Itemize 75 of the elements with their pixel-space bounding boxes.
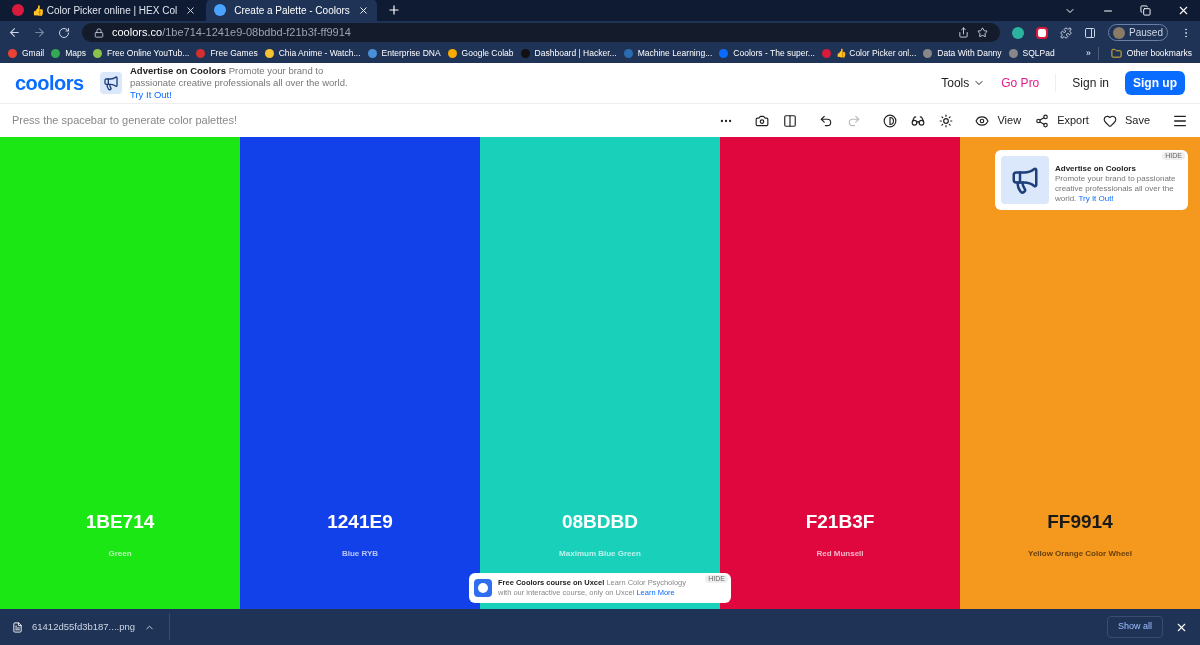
favicon-icon [12,4,24,16]
ad-link[interactable]: Try It Out! [1078,194,1114,203]
bookmark[interactable]: Coolors - The super... [719,47,815,60]
new-tab-icon[interactable] [386,3,401,17]
bookmark[interactable]: Free Online YouTub... [93,47,190,60]
megaphone-icon [100,72,122,94]
close-icon[interactable] [357,4,369,16]
bookmark[interactable]: Chia Anime - Watch... [264,47,361,60]
extension-icon[interactable] [1036,26,1049,39]
restore-icon[interactable] [1140,5,1151,16]
url-text: coolors.co/1be714-1241e9-08bdbd-f21b3f-ff9914 [112,25,352,41]
hex-code[interactable]: F21B3F [805,507,875,536]
share-icon [1035,113,1050,128]
course-icon [474,579,492,597]
avatar-icon [1113,26,1126,39]
columns-icon[interactable] [783,113,798,128]
close-icon[interactable] [185,4,197,16]
hint-text: Press the spacebar to generate color palettes! [12,113,239,129]
bookmark[interactable]: Other bookmarks [1097,47,1192,60]
bookmark[interactable]: Machine Learning... [623,47,713,60]
ad-text: Advertise on Coolors Promote your brand to passionate creative professionals all over the world. Try It Out! [130,65,349,101]
close-icon[interactable] [1177,4,1190,17]
ad-link[interactable]: Try It Out! [130,89,172,100]
sign-up-button[interactable]: Sign up [1125,71,1185,95]
browser-tab[interactable]: 👍 Color Picker online | HEX Col [4,0,205,21]
bookmark[interactable]: Dashboard | Hacker... [520,47,617,60]
color-swatch[interactable]: 1241E9 Blue RYB [240,137,480,609]
ad-text: Advertise on Coolors Promote your brand to passionate creative professionals all over the world. Try It Out! [1055,164,1177,204]
lock-icon [94,27,104,38]
side-panel-icon[interactable] [1084,26,1097,39]
browser-tab[interactable]: Create a Palette - Coolors [206,0,377,21]
heart-icon [1102,113,1117,128]
tab-title: Create a Palette - Coolors [234,3,350,18]
color-name: Yellow Orange Color Wheel [1028,548,1132,560]
address-field[interactable]: coolors.co/1be714-1241e9-08bdbd-f21b3f-ff9914 [82,23,1001,42]
eye-icon [975,113,990,128]
megaphone-icon [1001,156,1049,204]
bookmark[interactable]: SQLPad [1008,47,1055,60]
bookmark[interactable]: Data With Danny [923,47,1002,60]
color-name: Red Munsell [816,548,864,560]
contrast-icon[interactable] [883,113,898,128]
save-button[interactable]: Save [1102,112,1150,129]
favicon-icon [214,4,227,16]
color-name: Maximum Blue Green [559,548,641,560]
camera-icon[interactable] [755,113,770,128]
hex-code[interactable]: 1241E9 [327,507,393,536]
glasses-icon[interactable] [911,113,926,128]
sign-in-link[interactable]: Sign in [1072,74,1109,92]
sun-icon[interactable] [939,113,954,128]
more-bookmarks[interactable]: » [1086,47,1091,60]
tools-menu[interactable]: Tools [941,74,986,92]
color-name: Green [108,548,132,560]
color-name: Blue RYB [341,548,379,560]
folder-icon [1110,48,1122,59]
bookmark[interactable]: Maps [51,47,86,60]
share-icon[interactable] [958,27,970,38]
back-icon[interactable] [8,26,21,39]
download-item[interactable]: 61412d55fd3b187....png [12,614,170,640]
star-icon[interactable] [977,27,989,38]
bookmark[interactable]: Free Games [196,47,258,60]
tab-title: 👍 Color Picker online | HEX Col [32,3,178,18]
bookmark[interactable]: Enterprise DNA [367,47,441,60]
bookmark[interactable]: 👍 Color Picker onl... [821,47,917,60]
reload-icon[interactable] [58,26,70,39]
bookmark[interactable]: Google Colab [447,47,514,60]
logo[interactable]: coolors [15,68,100,98]
export-button[interactable]: Export [1035,112,1089,129]
file-icon [12,621,23,633]
undo-icon[interactable] [819,113,834,128]
hex-code[interactable]: FF9914 [1047,507,1113,536]
bookmark[interactable]: Gmail [8,47,45,60]
extensions-icon[interactable] [1060,26,1073,39]
show-all-button[interactable]: Show all [1106,616,1163,638]
go-pro-link[interactable]: Go Pro [1001,74,1057,92]
view-button[interactable]: View [975,112,1022,129]
